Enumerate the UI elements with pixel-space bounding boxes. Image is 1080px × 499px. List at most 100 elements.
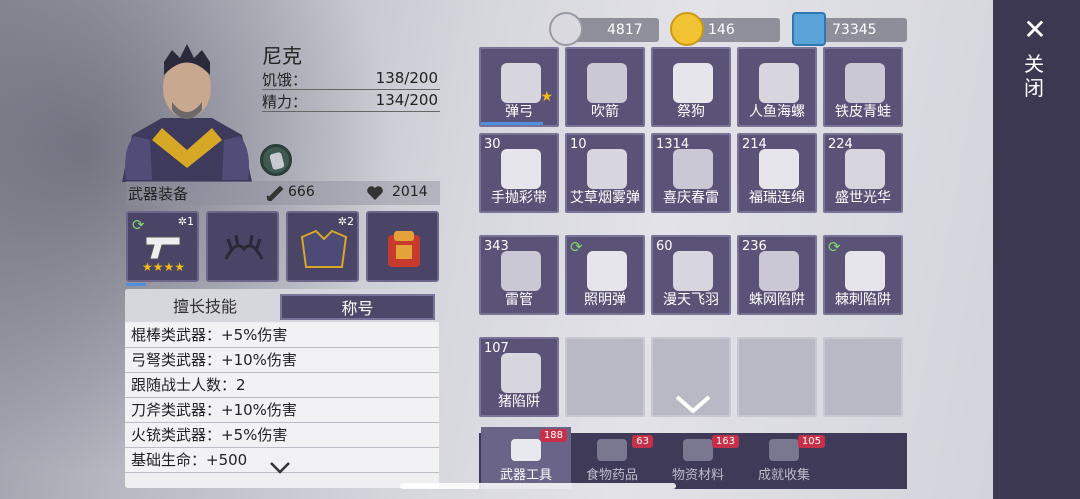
category-tab-tools[interactable]: 武器工具 188: [481, 427, 571, 489]
close-icon[interactable]: ✕: [1023, 16, 1047, 44]
stat-label: 精力：: [262, 93, 308, 111]
inventory-slot-empty: [565, 337, 645, 417]
tin-frog-icon: [845, 63, 885, 103]
inventory-slot[interactable]: 107 猪陷阱: [479, 337, 559, 417]
refresh-icon: ⟳: [570, 238, 583, 256]
item-name: 棘刺陷阱: [835, 292, 891, 308]
inventory-slot-empty: [823, 337, 903, 417]
category-tab-food[interactable]: 食物药品 63: [567, 433, 657, 489]
equip-slot-backpack[interactable]: [366, 211, 439, 282]
firecracker-string-icon: [759, 149, 799, 189]
refresh-icon: ⟳: [132, 216, 145, 234]
hunger-stat: 饥饿： 138/200: [262, 68, 440, 90]
materials-icon: [683, 439, 713, 461]
pig-trap-icon: [501, 353, 541, 393]
rocket-icon: [845, 149, 885, 189]
gem-icon[interactable]: [260, 144, 292, 176]
inventory-slot[interactable]: 人鱼海螺: [737, 47, 817, 127]
dynamite-icon: [501, 251, 541, 291]
chevron-down-icon[interactable]: [265, 457, 295, 477]
inventory-slot[interactable]: 10 艾草烟雾弹: [565, 133, 645, 213]
skills-tabs: 擅长技能 称号: [125, 289, 439, 322]
category-tab-achievements[interactable]: 成就收集 105: [739, 433, 829, 489]
sword-icon: [266, 185, 284, 201]
star-rating: ★★★★: [142, 260, 186, 274]
inventory-slot[interactable]: 236 蛛网陷阱: [737, 235, 817, 315]
equip-slot-armor[interactable]: ✲2: [286, 211, 359, 282]
tools-icon: [511, 439, 541, 461]
energy-stat: 精力： 134/200: [262, 90, 440, 112]
equip-slot-head[interactable]: [206, 211, 279, 282]
item-name: 祭狗: [677, 104, 705, 120]
item-count: 60: [656, 239, 673, 254]
skill-row: 跟随战士人数：2: [125, 373, 439, 398]
feather-darts-icon: [673, 251, 713, 291]
tab-skills[interactable]: 擅长技能: [131, 294, 279, 320]
item-count: 236: [742, 239, 767, 254]
close-panel[interactable]: ✕ 关闭: [993, 0, 1080, 499]
close-label[interactable]: 关闭: [1024, 52, 1044, 100]
horizontal-scrollbar[interactable]: [400, 483, 676, 489]
firecracker-icon: [673, 149, 713, 189]
inventory-slot[interactable]: 弹弓 ★: [479, 47, 559, 127]
skill-row: 刀斧类武器：+10%伤害: [125, 398, 439, 423]
inventory-slot[interactable]: 60 漫天飞羽: [651, 235, 731, 315]
inventory-slot[interactable]: 214 福瑞连绵: [737, 133, 817, 213]
category-badge: 105: [797, 435, 825, 448]
star-icon: ★: [540, 89, 553, 105]
category-label: 成就收集: [757, 468, 810, 483]
web-trap-icon: [759, 251, 799, 291]
category-tab-materials[interactable]: 物资材料 163: [653, 433, 743, 489]
category-label: 食物药品: [585, 468, 638, 483]
health-value: 2014: [392, 184, 428, 200]
item-count: 343: [484, 239, 509, 254]
spike-trap-icon: [845, 251, 885, 291]
slingshot-icon: [501, 63, 541, 103]
item-count: 107: [484, 341, 509, 356]
stat-value: 138/200: [375, 69, 438, 87]
silver-coins-icon: [549, 12, 583, 46]
inventory-slot[interactable]: 1314 喜庆春雷: [651, 133, 731, 213]
category-badge: 188: [539, 429, 567, 442]
item-count: 10: [570, 137, 587, 152]
item-name: 铁皮青蛙: [835, 104, 891, 120]
food-icon: [597, 439, 627, 461]
currency-silver: 4817: [549, 12, 659, 46]
item-name: 漫天飞羽: [663, 292, 719, 308]
character-name: 尼克: [262, 44, 302, 68]
tab-titles[interactable]: 称号: [280, 294, 435, 320]
inventory-slot[interactable]: 343 雷管: [479, 235, 559, 315]
inventory-slot-empty: [737, 337, 817, 417]
trophy-icon: [769, 439, 799, 461]
item-name: 蛛网陷阱: [749, 292, 805, 308]
blowpipe-icon: [587, 63, 627, 103]
skills-panel: 擅长技能 称号 棍棒类武器：+5%伤害 弓弩类武器：+10%伤害 跟随战士人数：…: [125, 289, 439, 488]
item-name: 雷管: [505, 292, 533, 308]
inventory-slot[interactable]: 224 盛世光华: [823, 133, 903, 213]
selection-bar: [481, 122, 543, 125]
currency-smiley: 146: [670, 12, 780, 46]
inventory-slot[interactable]: 吹箭: [565, 47, 645, 127]
party-popper-icon: [501, 149, 541, 189]
currency-photo: 73345: [792, 12, 907, 46]
inventory-slot[interactable]: 30 手抛彩带: [479, 133, 559, 213]
weapon-section-title: 武器装备: [128, 185, 189, 203]
item-name: 艾草烟雾弹: [570, 190, 640, 206]
backpack-icon: [388, 231, 420, 267]
category-badge: 63: [632, 435, 653, 448]
inventory-slot[interactable]: 铁皮青蛙: [823, 47, 903, 127]
equip-slot-weapon[interactable]: ⟳ ✲1 ★★★★: [126, 211, 199, 286]
inventory-slot[interactable]: ⟳ 照明弹: [565, 235, 645, 315]
smoke-bomb-icon: [587, 149, 627, 189]
category-label: 物资材料: [671, 468, 724, 483]
stat-label: 饥饿：: [262, 71, 308, 89]
currency-value: 73345: [832, 22, 877, 38]
item-name: 人鱼海螺: [749, 104, 805, 120]
category-label: 武器工具: [499, 468, 552, 483]
chevron-down-icon[interactable]: [673, 391, 713, 417]
armor-icon: [300, 229, 348, 268]
item-count: 30: [484, 137, 501, 152]
attack-value: 666: [288, 184, 315, 200]
inventory-slot[interactable]: ⟳ 棘刺陷阱: [823, 235, 903, 315]
inventory-slot[interactable]: 祭狗: [651, 47, 731, 127]
